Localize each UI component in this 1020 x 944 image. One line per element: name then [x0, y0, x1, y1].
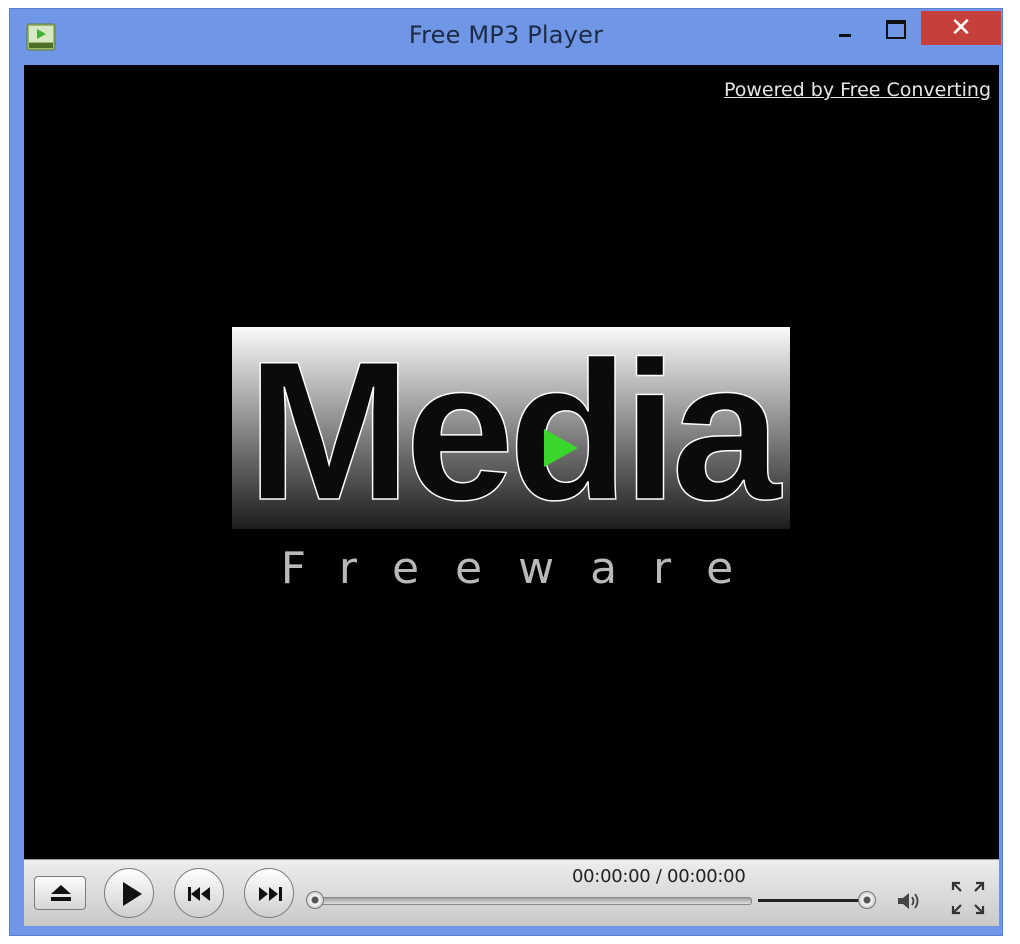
- next-track-icon: [259, 887, 282, 901]
- next-button[interactable]: [244, 868, 294, 918]
- maximize-icon: [886, 20, 906, 39]
- previous-button[interactable]: [174, 868, 224, 918]
- logo-sub-text: Freeware: [280, 543, 770, 594]
- powered-by-link[interactable]: Powered by Free Converting: [724, 79, 991, 101]
- seek-handle[interactable]: [306, 891, 324, 909]
- video-area[interactable]: Powered by Free Converting Media Freewar…: [24, 65, 999, 859]
- player-window: Free MP3 Player ✕ Powered by Free Conver…: [9, 8, 1003, 936]
- volume-track[interactable]: [758, 899, 867, 902]
- play-button[interactable]: [104, 868, 154, 918]
- close-icon: ✕: [950, 13, 972, 43]
- time-display: 00:00:00 / 00:00:00: [572, 866, 746, 887]
- minimize-button[interactable]: [822, 11, 868, 45]
- control-bar: 00:00:00 / 00:00:00: [24, 859, 999, 926]
- speaker-icon[interactable]: [896, 890, 922, 912]
- seek-track[interactable]: [316, 897, 752, 905]
- maximize-button[interactable]: [872, 11, 918, 45]
- minimize-icon: [839, 34, 851, 37]
- media-freeware-logo: Media: [232, 327, 790, 529]
- volume-slider[interactable]: [758, 890, 876, 910]
- eject-icon: [51, 885, 71, 901]
- close-button[interactable]: ✕: [921, 11, 1001, 45]
- logo-main-text: Media: [247, 327, 783, 529]
- play-icon: [123, 882, 142, 906]
- eject-button[interactable]: [34, 876, 86, 910]
- seek-bar[interactable]: [306, 890, 752, 910]
- title-bar[interactable]: Free MP3 Player ✕: [10, 9, 1002, 65]
- volume-handle[interactable]: [858, 891, 876, 909]
- fullscreen-icon[interactable]: [950, 880, 986, 916]
- previous-track-icon: [188, 887, 210, 901]
